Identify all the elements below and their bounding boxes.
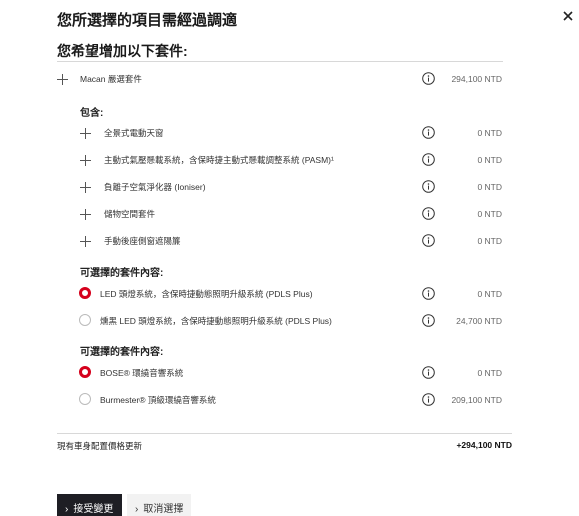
option-price: 24,700 NTD [456,316,502,326]
option-label: LED 頭燈系統，含保時捷動態照明升級系統 (PDLS Plus) [100,289,313,299]
included-item-label: 手動後座側窗遮陽簾 [104,236,181,246]
info-icon[interactable] [422,126,435,139]
dialog-title: 您所選擇的項目需經過調適 [57,12,238,29]
cancel-button[interactable]: › 取消選擇 [127,494,191,516]
package-row: Macan 嚴選套件 294,100 NTD [0,71,579,91]
included-item: 主動式氣壓懸載系統，含保時捷主動式懸載調整系統 (PASM)¹ 0 NTD [0,152,579,172]
plus-icon[interactable] [80,236,91,247]
chevron-right-icon: › [135,504,139,515]
plus-icon[interactable] [57,74,68,85]
plus-icon[interactable] [80,182,91,193]
info-icon[interactable] [422,314,435,327]
included-item: 負離子空氣淨化器 (Ioniser) 0 NTD [0,179,579,199]
option-price: 0 NTD [477,368,502,378]
included-item: 手動後座側窗遮陽簾 0 NTD [0,233,579,253]
total-label: 現有車身配置價格更新 [57,441,143,451]
included-heading: 包含: [80,108,104,119]
accept-button-label: 接受變更 [73,504,114,515]
included-item-label: 全景式電動天窗 [104,128,164,138]
included-item-price: 0 NTD [477,236,502,246]
included-item-price: 0 NTD [477,128,502,138]
info-icon[interactable] [422,393,435,406]
included-item-price: 0 NTD [477,182,502,192]
accept-button[interactable]: › 接受變更 [57,494,122,516]
option-price: 0 NTD [477,289,502,299]
included-item-label: 儲物空間套件 [104,209,156,219]
plus-icon[interactable] [80,128,91,139]
info-icon[interactable] [422,72,435,85]
option-label: 燻黑 LED 頭燈系統，含保時捷動態照明升級系統 (PDLS Plus) [100,316,332,326]
chevron-right-icon: › [65,504,69,515]
option-group-heading: 可選擇的套件內容: [80,268,164,279]
info-icon[interactable] [422,366,435,379]
cancel-button-label: 取消選擇 [143,504,184,515]
info-icon[interactable] [422,180,435,193]
total-value: +294,100 NTD [456,440,512,450]
option-group-heading: 可選擇的套件內容: [80,347,164,358]
plus-icon[interactable] [80,209,91,220]
included-item: 全景式電動天窗 0 NTD [0,125,579,145]
option-row[interactable]: 燻黑 LED 頭燈系統，含保時捷動態照明升級系統 (PDLS Plus) 24,… [0,313,579,333]
info-icon[interactable] [422,287,435,300]
info-icon[interactable] [422,153,435,166]
info-icon[interactable] [422,234,435,247]
included-item-price: 0 NTD [477,209,502,219]
divider [57,61,503,62]
included-item-label: 負離子空氣淨化器 (Ioniser) [104,182,206,192]
package-price: 294,100 NTD [451,74,502,84]
divider [57,433,512,434]
included-item-label: 主動式氣壓懸載系統，含保時捷主動式懸載調整系統 (PASM)¹ [104,155,334,165]
option-row[interactable]: Burmester® 頂級環繞音響系統 209,100 NTD [0,392,579,412]
option-price: 209,100 NTD [451,395,502,405]
included-item: 儲物空間套件 0 NTD [0,206,579,226]
package-label: Macan 嚴選套件 [80,74,142,84]
plus-icon[interactable] [80,155,91,166]
close-icon[interactable] [562,9,574,21]
included-item-price: 0 NTD [477,155,502,165]
radio-button[interactable] [79,393,91,405]
option-label: BOSE® 環繞音響系統 [100,368,184,378]
option-row[interactable]: BOSE® 環繞音響系統 0 NTD [0,365,579,385]
radio-button[interactable] [79,366,91,378]
radio-button[interactable] [79,314,91,326]
info-icon[interactable] [422,207,435,220]
option-row[interactable]: LED 頭燈系統，含保時捷動態照明升級系統 (PDLS Plus) 0 NTD [0,286,579,306]
radio-button[interactable] [79,287,91,299]
dialog-subtitle: 您希望增加以下套件: [57,43,188,59]
option-label: Burmester® 頂級環繞音響系統 [100,395,216,405]
